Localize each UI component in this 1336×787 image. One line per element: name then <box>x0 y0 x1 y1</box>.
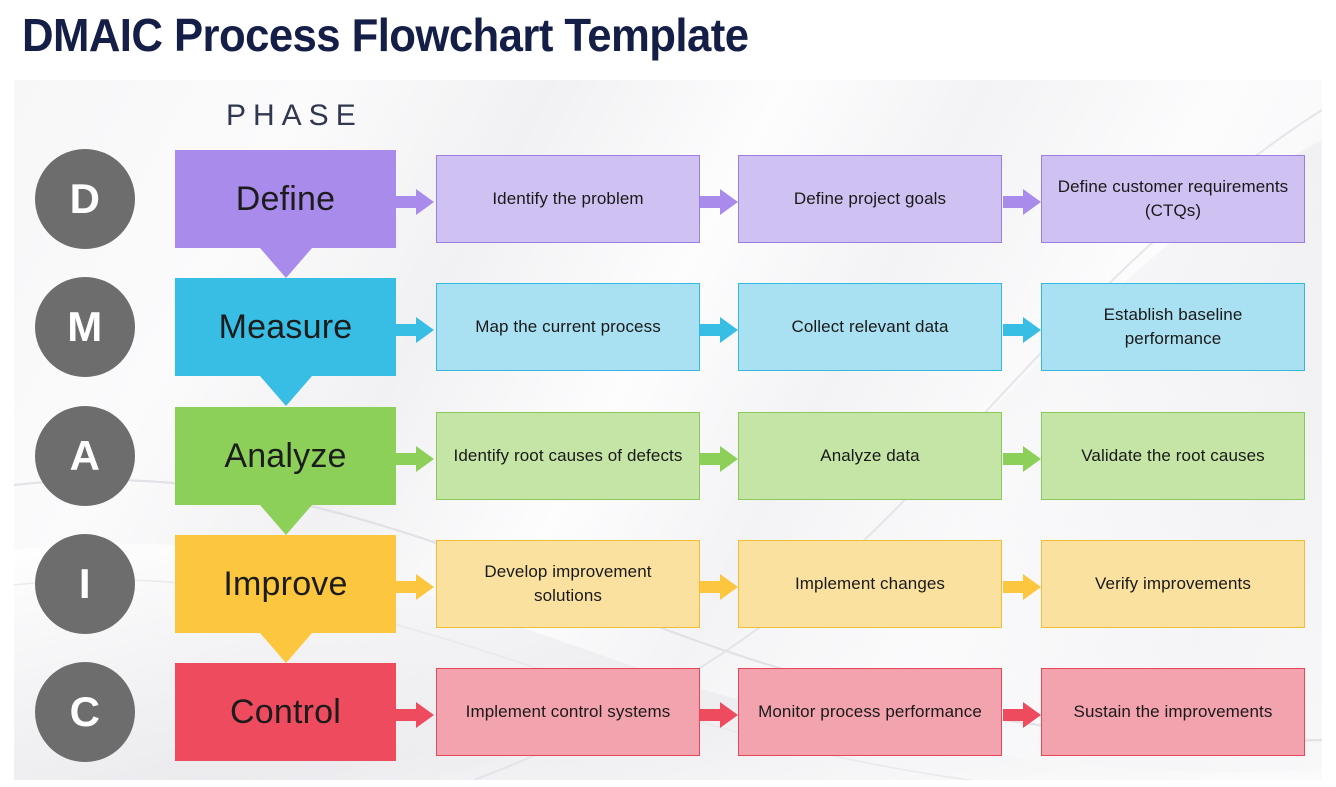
connector-arrow-analyze-2 <box>700 446 738 472</box>
step-box-analyze-1[interactable]: Identify root causes of defects <box>436 412 700 500</box>
phase-row-measure: M Measure Map the current process Collec… <box>14 277 1322 406</box>
phase-box-label-improve: Improve <box>223 564 348 603</box>
step-box-analyze-2[interactable]: Analyze data <box>738 412 1002 500</box>
phase-box-define[interactable]: Define <box>175 150 396 278</box>
step-box-analyze-3[interactable]: Validate the root causes <box>1041 412 1305 500</box>
step-box-measure-1[interactable]: Map the current process <box>436 283 700 371</box>
step-label: Sustain the improvements <box>1073 701 1273 721</box>
phase-box-label-define: Define <box>235 179 336 218</box>
phase-row-analyze: A Analyze Identify root causes of defect… <box>14 406 1322 535</box>
phase-tail-measure <box>259 376 312 406</box>
step-label: Define customer requirements (CTQs) <box>1057 176 1289 220</box>
phase-tail-analyze <box>259 505 312 535</box>
page-title: DMAIC Process Flowchart Template <box>22 9 749 61</box>
phase-letter-a: A <box>69 432 101 479</box>
step-label: Collect relevant data <box>791 316 949 336</box>
phase-letter-d: D <box>69 175 101 222</box>
step-box-improve-3[interactable]: Verify improvements <box>1041 540 1305 628</box>
phase-box-label-measure: Measure <box>218 307 353 346</box>
step-box-define-1[interactable]: Identify the problem <box>436 155 700 243</box>
phase-tail-define <box>259 248 312 278</box>
phase-box-measure[interactable]: Measure <box>175 278 396 406</box>
step-box-improve-2[interactable]: Implement changes <box>738 540 1002 628</box>
step-label: Validate the root causes <box>1081 445 1265 465</box>
phase-letter-m: M <box>67 303 103 350</box>
flowchart-root: DMAIC Process Flowchart Template PHASE D… <box>0 0 1336 787</box>
phase-row-improve: I Improve Develop improvement solutions … <box>14 534 1322 663</box>
connector-arrow-measure-2 <box>700 317 738 343</box>
connector-arrow-control-1 <box>396 702 434 728</box>
phase-tail-improve <box>259 633 312 663</box>
step-label: Map the current process <box>475 316 661 336</box>
connector-arrow-measure-3 <box>1003 317 1041 343</box>
connector-arrow-define-3 <box>1003 189 1041 215</box>
step-box-measure-3[interactable]: Establish baseline performance <box>1041 283 1305 371</box>
connector-arrow-analyze-3 <box>1003 446 1041 472</box>
phase-letter-badge-a: A <box>35 406 135 506</box>
step-label: Implement changes <box>794 573 946 593</box>
phase-box-label-analyze: Analyze <box>224 436 347 475</box>
phase-column-header: PHASE <box>226 99 363 132</box>
step-label: Verify improvements <box>1095 573 1251 593</box>
connector-arrow-improve-1 <box>396 574 434 600</box>
phase-box-label-control: Control <box>229 692 341 731</box>
step-box-control-2[interactable]: Monitor process performance <box>738 668 1002 756</box>
phase-box-analyze[interactable]: Analyze <box>175 407 396 535</box>
step-label: Develop improvement solutions <box>484 561 652 605</box>
phase-letter-i: I <box>78 560 92 607</box>
phase-letter-badge-m: M <box>35 277 135 377</box>
connector-arrow-control-3 <box>1003 702 1041 728</box>
phase-box-improve[interactable]: Improve <box>175 535 396 663</box>
connector-arrow-control-2 <box>700 702 738 728</box>
connector-arrow-improve-2 <box>700 574 738 600</box>
phase-letter-badge-c: C <box>35 662 135 762</box>
phase-row-define: D Define Identify the problem Define pro… <box>14 149 1322 278</box>
connector-arrow-define-2 <box>700 189 738 215</box>
step-label: Monitor process performance <box>758 701 982 721</box>
phase-box-control[interactable]: Control <box>175 663 396 761</box>
step-box-improve-1[interactable]: Develop improvement solutions <box>436 540 700 628</box>
phase-letter-badge-i: I <box>35 534 135 634</box>
connector-arrow-measure-1 <box>396 317 434 343</box>
connector-arrow-improve-3 <box>1003 574 1041 600</box>
step-box-define-3[interactable]: Define customer requirements (CTQs) <box>1041 155 1305 243</box>
step-box-control-3[interactable]: Sustain the improvements <box>1041 668 1305 756</box>
connector-arrow-define-1 <box>396 189 434 215</box>
phase-letter-badge-d: D <box>35 149 135 249</box>
step-label: Define project goals <box>793 188 947 208</box>
step-box-measure-2[interactable]: Collect relevant data <box>738 283 1002 371</box>
diagram-canvas: PHASE D Define Identify the problem Defi… <box>14 80 1322 780</box>
step-label: Establish baseline performance <box>1103 304 1243 348</box>
phase-letter-c: C <box>69 688 101 735</box>
step-label: Implement control systems <box>465 701 671 721</box>
connector-arrow-analyze-1 <box>396 446 434 472</box>
step-label: Analyze data <box>820 445 920 465</box>
phase-row-control: C Control Implement control systems Moni… <box>14 662 1322 762</box>
step-label: Identify the problem <box>492 188 644 208</box>
step-box-define-2[interactable]: Define project goals <box>738 155 1002 243</box>
step-label: Identify root causes of defects <box>453 445 683 465</box>
step-box-control-1[interactable]: Implement control systems <box>436 668 700 756</box>
